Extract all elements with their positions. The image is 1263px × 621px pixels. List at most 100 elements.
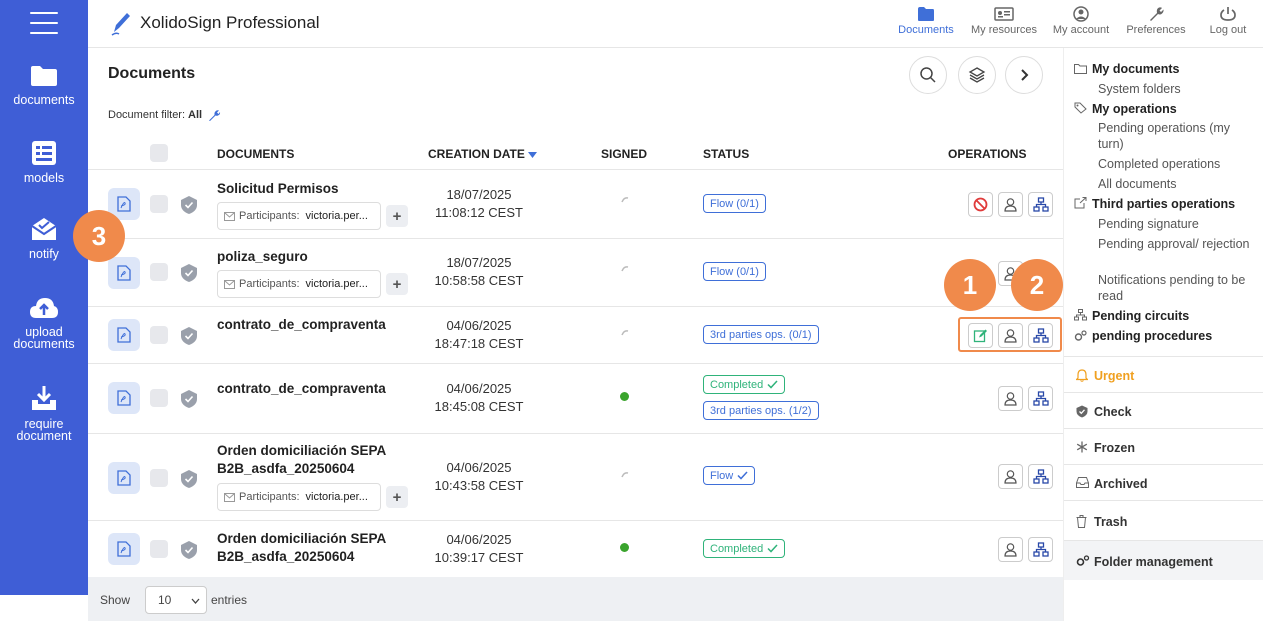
pending-circuits[interactable]: Pending circuits [1092, 309, 1189, 323]
folder-urgent[interactable]: Urgent [1064, 356, 1263, 392]
completed-operations[interactable]: Completed operations [1098, 156, 1258, 172]
status-badge[interactable]: 3rd parties ops. (1/2) [703, 401, 819, 420]
workflow-button[interactable] [1028, 464, 1053, 489]
folders-panel: My documents System folders My operation… [1063, 48, 1263, 621]
pdf-file-button[interactable] [108, 533, 140, 565]
folder-archived[interactable]: Archived [1064, 464, 1263, 500]
workflow-button[interactable] [1028, 192, 1053, 217]
participants-field[interactable]: Participants: victoria.per... [217, 202, 381, 230]
add-participant-button[interactable]: + [386, 205, 408, 227]
table-row[interactable]: Solicitud Permisos Participants: victori… [88, 170, 1063, 239]
pdf-file-button[interactable] [108, 382, 140, 414]
table-header: DOCUMENTS CREATION DATE SIGNED STATUS OP… [88, 138, 1063, 170]
form-icon [32, 141, 56, 165]
folder-frozen[interactable]: Frozen [1064, 428, 1263, 464]
participants-label: Participants: [239, 278, 300, 290]
participants-field[interactable]: Participants: victoria.per... [217, 483, 381, 511]
status-badge[interactable]: Flow (0/1) [703, 194, 766, 213]
entries-select[interactable]: 10 [145, 586, 207, 614]
status-badge[interactable]: 3rd parties ops. (0/1) [703, 325, 819, 344]
layers-icon [968, 67, 986, 83]
row-checkbox[interactable] [150, 263, 168, 281]
pdf-file-button[interactable] [108, 257, 140, 289]
search-button[interactable] [909, 56, 947, 94]
status-badge[interactable]: Flow [703, 466, 756, 485]
hamburger-menu-icon[interactable] [30, 12, 58, 34]
all-documents[interactable]: All documents [1098, 176, 1258, 192]
add-participant-button[interactable]: + [386, 486, 408, 508]
topnav-preferences[interactable]: Preferences [1122, 6, 1190, 36]
snowflake-icon [1076, 441, 1088, 453]
document-name[interactable]: Orden domiciliación SEPA B2B_asdfa_20250… [217, 530, 395, 566]
document-name[interactable]: Solicitud Permisos [217, 180, 397, 198]
folder-management[interactable]: Folder management [1064, 540, 1263, 580]
status-badge[interactable]: Completed [703, 375, 786, 394]
status-badge[interactable]: Completed [703, 539, 786, 558]
download-tray-icon [32, 386, 56, 410]
document-filter: Document filter: All [108, 108, 221, 122]
sidebar-item-models[interactable]: models [0, 140, 88, 184]
user-button[interactable] [998, 537, 1023, 562]
pending-procedures[interactable]: pending procedures [1092, 329, 1212, 343]
document-name[interactable]: contrato_de_compraventa [217, 380, 395, 398]
third-parties-operations[interactable]: Third parties operations [1092, 197, 1235, 211]
add-participant-button[interactable]: + [386, 273, 408, 295]
row-checkbox[interactable] [150, 389, 168, 407]
pdf-file-button[interactable] [108, 319, 140, 351]
pending-approval-rejection[interactable]: Pending approval/ rejection [1098, 236, 1258, 252]
document-name[interactable]: poliza_seguro [217, 248, 397, 266]
folder-trash[interactable]: Trash [1064, 500, 1263, 540]
sidebar-item-upload-documents[interactable]: upload documents [0, 296, 88, 350]
system-folders[interactable]: System folders [1098, 81, 1258, 97]
column-header-documents: DOCUMENTS [217, 147, 295, 161]
gears-icon [1074, 330, 1087, 341]
row-checkbox[interactable] [150, 469, 168, 487]
my-documents[interactable]: My documents [1092, 62, 1180, 76]
workflow-button[interactable] [1028, 537, 1053, 562]
participants-field[interactable]: Participants: victoria.per... [217, 270, 381, 298]
user-button[interactable] [998, 464, 1023, 489]
status-badge[interactable]: Flow (0/1) [703, 262, 766, 281]
row-checkbox[interactable] [150, 195, 168, 213]
row-checkbox[interactable] [150, 326, 168, 344]
table-row[interactable]: poliza_seguro Participants: victoria.per… [88, 239, 1063, 307]
cancel-button[interactable] [968, 192, 993, 217]
sidebar-item-documents[interactable]: documents [0, 64, 88, 106]
document-name[interactable]: contrato_de_compraventa [217, 316, 395, 334]
sort-desc-icon [528, 152, 538, 158]
topnav-log-out[interactable]: Log out [1202, 6, 1254, 36]
next-button[interactable] [1005, 56, 1043, 94]
sidebar-item-require-document[interactable]: require document [0, 384, 88, 442]
pending-signature[interactable]: Pending signature [1098, 216, 1258, 232]
table-row[interactable]: Orden domiciliación SEPA B2B_asdfa_20250… [88, 521, 1063, 577]
shield-check-icon [181, 327, 197, 345]
tag-icon [1074, 102, 1087, 114]
layers-button[interactable] [958, 56, 996, 94]
callout-marker: 3 [73, 210, 125, 262]
notifications-pending[interactable]: Notifications pending to be read [1098, 272, 1258, 304]
external-link-icon [1074, 197, 1087, 209]
column-header-creation-date[interactable]: CREATION DATE [428, 147, 538, 161]
user-button[interactable] [998, 386, 1023, 411]
folder-check[interactable]: Check [1064, 392, 1263, 428]
my-operations[interactable]: My operations [1092, 102, 1177, 116]
wrench-icon[interactable] [207, 108, 221, 122]
select-all-checkbox[interactable] [150, 144, 168, 162]
shield-check-icon [181, 541, 197, 559]
creation-date: 18/07/2025 11:08:12 CEST [435, 187, 523, 220]
user-button[interactable] [998, 192, 1023, 217]
pdf-file-button[interactable] [108, 462, 140, 494]
sidebar-item-label: models [23, 171, 65, 185]
pending-operations-my-turn[interactable]: Pending operations (my turn) [1098, 120, 1258, 152]
table-row[interactable]: contrato_de_compraventa 04/06/2025 18:47:… [88, 307, 1063, 364]
sidebar-footer [0, 595, 88, 621]
table-row[interactable]: Orden domiciliación SEPA B2B_asdfa_20250… [88, 434, 1063, 521]
topnav-my-resources[interactable]: My resources [966, 6, 1042, 36]
document-name[interactable]: Orden domiciliación SEPA B2B_asdfa_20250… [217, 442, 397, 478]
table-row[interactable]: contrato_de_compraventa 04/06/2025 18:45:… [88, 364, 1063, 434]
workflow-button[interactable] [1028, 386, 1053, 411]
topnav-my-account[interactable]: My account [1048, 6, 1114, 36]
row-checkbox[interactable] [150, 540, 168, 558]
app-title: XolidoSign Professional [140, 13, 320, 32]
topnav-documents[interactable]: Documents [894, 6, 958, 36]
